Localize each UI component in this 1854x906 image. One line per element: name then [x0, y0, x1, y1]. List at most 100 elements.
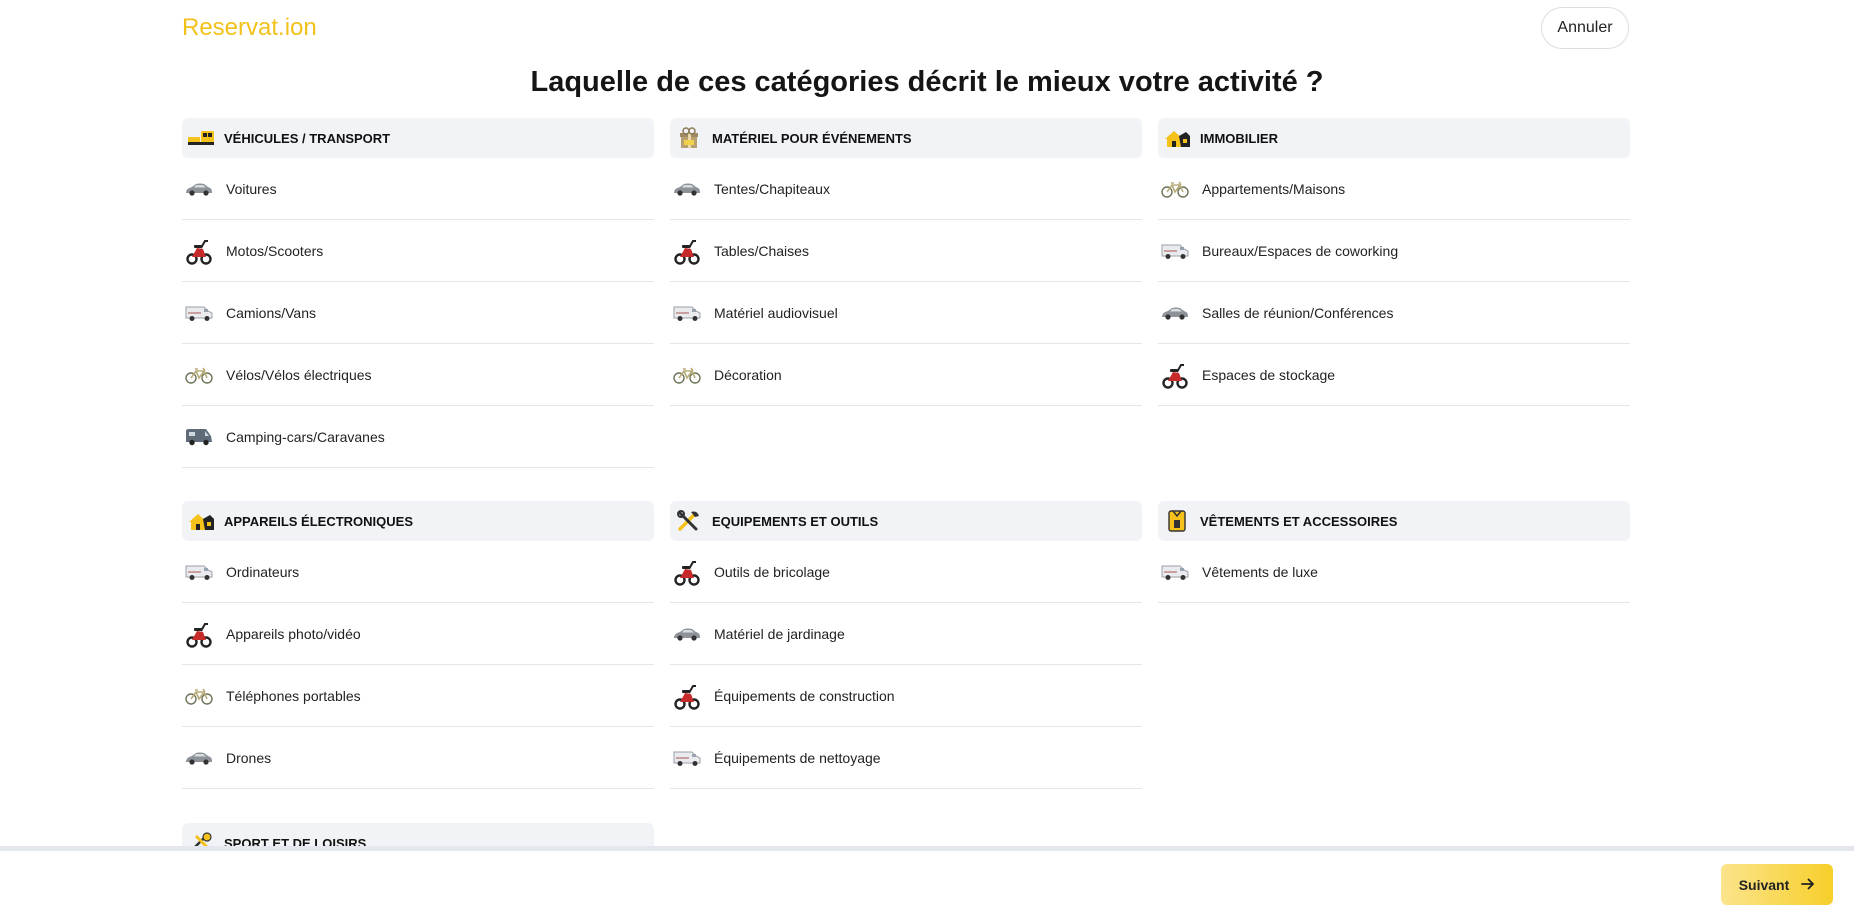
category-section: VÊTEMENTS ET ACCESSOIRES Vêtements de lux… [1158, 501, 1630, 603]
logo[interactable]: Reservat.ion [182, 14, 317, 42]
bicycle-icon [1158, 175, 1192, 203]
category-option-label: Salles de réunion/Conférences [1202, 304, 1394, 321]
tools-icon [674, 508, 704, 534]
category-option-label: Tentes/Chapiteaux [714, 180, 830, 197]
category-option-label: Tables/Chaises [714, 242, 809, 259]
next-button-label: Suivant [1738, 876, 1790, 893]
van-icon [670, 299, 704, 327]
category-header: APPAREILS ÉLECTRONIQUES [182, 501, 654, 541]
next-button[interactable]: Suivant [1721, 864, 1833, 905]
category-option-label: Voitures [226, 180, 277, 197]
category-option-label: Vélos/Vélos électriques [226, 366, 372, 383]
category-option[interactable]: Camping-cars/Caravanes [182, 406, 654, 468]
car-icon [1158, 299, 1192, 327]
van-icon [1158, 558, 1192, 586]
category-option-label: Bureaux/Espaces de coworking [1202, 242, 1399, 259]
scooter-icon [182, 237, 216, 265]
car-icon [182, 744, 216, 772]
footer-bar: Suivant [0, 846, 1854, 906]
category-option[interactable]: Drones [182, 727, 654, 789]
bicycle-icon [182, 361, 216, 389]
category-option-label: Appartements/Maisons [1202, 180, 1346, 197]
category-header: IMMOBILIER [1158, 118, 1630, 158]
category-option[interactable]: Vêtements de luxe [1158, 541, 1630, 603]
category-header: SPORT ET DE LOISIRS [182, 823, 654, 846]
category-option-label: Camions/Vans [226, 304, 317, 321]
van-icon [182, 299, 216, 327]
category-option[interactable]: Appartements/Maisons [1158, 158, 1630, 220]
category-header: VÉHICULES / TRANSPORT [182, 118, 654, 158]
category-option[interactable]: Équipements de construction [670, 665, 1142, 727]
category-option-label: Espaces de stockage [1202, 366, 1336, 383]
bicycle-icon [182, 682, 216, 710]
vehicles-icon [186, 125, 216, 151]
category-section: APPAREILS ÉLECTRONIQUES Ordinateurs Appare… [182, 501, 654, 789]
category-option[interactable]: Tables/Chaises [670, 220, 1142, 282]
category-header: EQUIPEMENTS ET OUTILS [670, 501, 1142, 541]
scooter-icon [182, 620, 216, 648]
camper-icon [182, 423, 216, 451]
event-gift-icon [674, 125, 704, 151]
category-option-label: Équipements de construction [714, 687, 895, 704]
car-icon [182, 175, 216, 203]
category-option[interactable]: Appareils photo/vidéo [182, 603, 654, 665]
house-icon [1162, 125, 1192, 151]
clothing-icon [1162, 508, 1192, 534]
category-header-label: EQUIPEMENTS ET OUTILS [712, 513, 879, 529]
category-option-label: Vêtements de luxe [1202, 563, 1318, 580]
scooter-icon [670, 558, 704, 586]
category-option-label: Drones [226, 749, 272, 766]
van-icon [182, 558, 216, 586]
category-section: MATÉRIEL POUR ÉVÉNEMENTS Tentes/Chapiteau… [670, 118, 1142, 406]
category-section: EQUIPEMENTS ET OUTILS Outils de bricolage… [670, 501, 1142, 789]
scooter-icon [1158, 361, 1192, 389]
category-option-label: Appareils photo/vidéo [226, 625, 361, 642]
category-option-label: Équipements de nettoyage [714, 749, 881, 766]
category-option-label: Décoration [714, 366, 782, 383]
category-section: VÉHICULES / TRANSPORT Voitures Motos/Scoot… [182, 118, 654, 468]
category-option[interactable]: Bureaux/Espaces de coworking [1158, 220, 1630, 282]
category-option[interactable]: Ordinateurs [182, 541, 654, 603]
category-option[interactable]: Voitures [182, 158, 654, 220]
house-icon [186, 508, 216, 534]
car-icon [670, 175, 704, 203]
category-option[interactable]: Matériel audiovisuel [670, 282, 1142, 344]
category-option[interactable]: Téléphones portables [182, 665, 654, 727]
sport-icon [186, 830, 216, 846]
category-option[interactable]: Espaces de stockage [1158, 344, 1630, 406]
scooter-icon [670, 682, 704, 710]
arrow-right-icon [1801, 877, 1815, 893]
van-icon [670, 744, 704, 772]
category-option[interactable]: Salles de réunion/Conférences [1158, 282, 1630, 344]
category-option-label: Motos/Scooters [226, 242, 324, 259]
bicycle-icon [670, 361, 704, 389]
category-header: MATÉRIEL POUR ÉVÉNEMENTS [670, 118, 1142, 158]
category-option-label: Camping-cars/Caravanes [226, 428, 385, 445]
scooter-icon [670, 237, 704, 265]
cancel-button[interactable]: Annuler [1541, 7, 1629, 49]
category-option-label: Outils de bricolage [714, 563, 830, 580]
category-option[interactable]: Tentes/Chapiteaux [670, 158, 1142, 220]
category-option-label: Ordinateurs [226, 563, 300, 580]
category-option[interactable]: Camions/Vans [182, 282, 654, 344]
category-option[interactable]: Motos/Scooters [182, 220, 654, 282]
category-section: SPORT ET DE LOISIRS [182, 823, 654, 846]
category-header-label: MATÉRIEL POUR ÉVÉNEMENTS [712, 130, 912, 146]
van-icon [1158, 237, 1192, 265]
category-option[interactable]: Matériel de jardinage [670, 603, 1142, 665]
category-header-label: SPORT ET DE LOISIRS [224, 835, 367, 847]
main-content: Reservat.ion Annuler Laquelle de ces cat… [0, 0, 1854, 846]
category-option[interactable]: Équipements de nettoyage [670, 727, 1142, 789]
category-header: VÊTEMENTS ET ACCESSOIRES [1158, 501, 1630, 541]
category-option-label: Téléphones portables [226, 687, 361, 704]
category-option-label: Matériel de jardinage [714, 625, 845, 642]
category-option-label: Matériel audiovisuel [714, 304, 838, 321]
category-option[interactable]: Vélos/Vélos électriques [182, 344, 654, 406]
page-title: Laquelle de ces catégories décrit le mie… [530, 66, 1324, 98]
category-header-label: APPAREILS ÉLECTRONIQUES [224, 513, 414, 529]
category-header-label: VÊTEMENTS ET ACCESSOIRES [1200, 513, 1398, 529]
category-option[interactable]: Décoration [670, 344, 1142, 406]
category-header-label: VÉHICULES / TRANSPORT [224, 130, 391, 146]
category-option[interactable]: Outils de bricolage [670, 541, 1142, 603]
car-icon [670, 620, 704, 648]
